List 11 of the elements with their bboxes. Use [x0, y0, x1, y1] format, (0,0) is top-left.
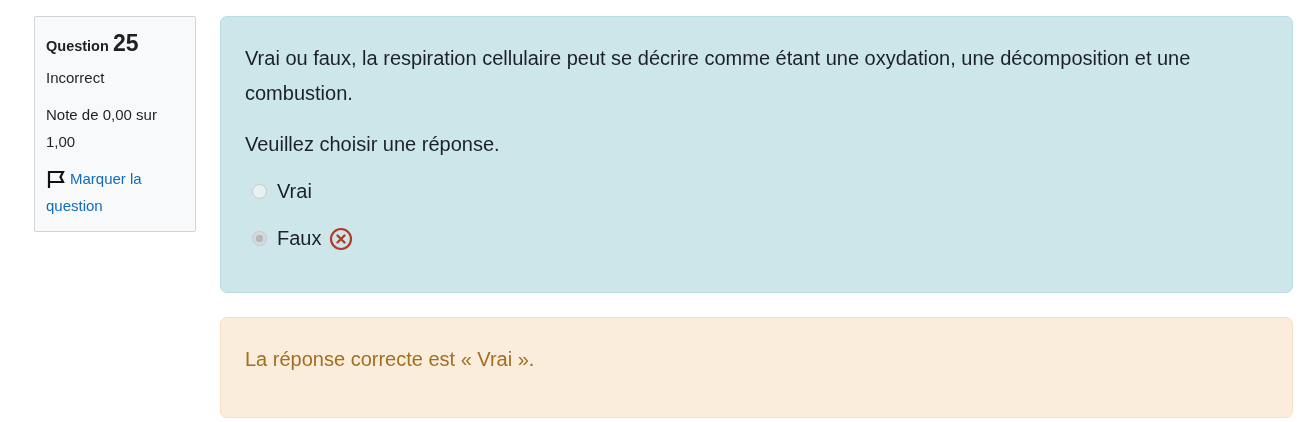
- answer-prompt: Veuillez choisir une réponse.: [245, 132, 501, 157]
- flag-question-link[interactable]: Marquer la question: [46, 165, 189, 219]
- question-number: 25: [113, 30, 139, 56]
- question-grade: Note de 0,00 sur 1,00: [46, 105, 158, 152]
- option-label: Faux: [277, 226, 322, 251]
- question-text: Vrai ou faux, la respiration cellulaire peut se décrire comme étant une oxydation, une décomposition et une combustion.: [245, 46, 1192, 106]
- flag-icon[interactable]: [46, 169, 66, 189]
- correct-answer-text: La réponse correcte est « Vrai ».: [245, 347, 536, 372]
- option-label: Vrai: [277, 179, 312, 204]
- question-label: Question: [46, 38, 109, 54]
- question-state: Incorrect: [46, 68, 106, 88]
